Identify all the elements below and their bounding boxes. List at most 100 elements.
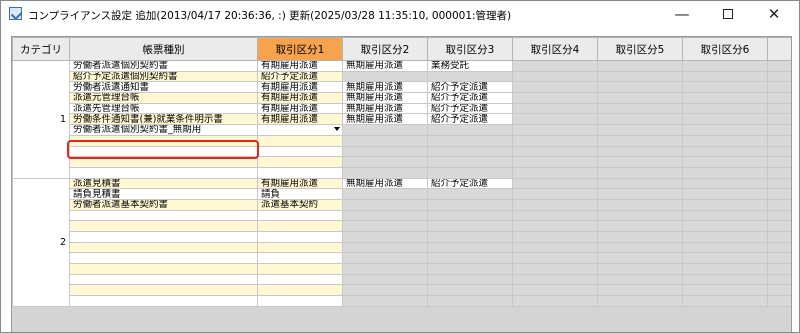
- form-type-cell[interactable]: 紹介予定派遣個別契約書: [69, 70, 258, 83]
- transaction-cell-2[interactable]: [342, 284, 428, 297]
- transaction-cell-6[interactable]: [682, 145, 768, 158]
- form-type-cell[interactable]: [69, 145, 258, 158]
- transaction-cell-2[interactable]: 無期雇用派遣: [342, 60, 428, 72]
- transaction-cell-4[interactable]: [512, 60, 598, 72]
- transaction-cell-5[interactable]: [597, 60, 683, 72]
- transaction-cell-1[interactable]: 派遣基本契約: [257, 198, 343, 211]
- transaction-cell-7[interactable]: [767, 231, 791, 243]
- transaction-cell-6[interactable]: [682, 70, 768, 83]
- transaction-cell-6[interactable]: [682, 273, 768, 286]
- transaction-cell-1[interactable]: 有期雇用派遣: [257, 113, 343, 126]
- transaction-cell-3[interactable]: [427, 166, 513, 179]
- transaction-cell-6[interactable]: [682, 209, 768, 222]
- table-row[interactable]: 派遣元管理台帳 有期雇用派遣 無期雇用派遣 紹介予定派遣: [13, 92, 791, 104]
- transaction-cell-5[interactable]: [597, 295, 683, 307]
- transaction-cell-2[interactable]: [342, 263, 428, 275]
- transaction-cell-3[interactable]: 紹介予定派遣: [427, 113, 513, 126]
- transaction-cell-1[interactable]: 紹介予定派遣: [257, 70, 343, 83]
- table-row[interactable]: [13, 220, 791, 232]
- transaction-cell-4[interactable]: [512, 241, 598, 254]
- transaction-cell-2[interactable]: [342, 252, 428, 265]
- transaction-cell-4[interactable]: [512, 209, 598, 222]
- transaction-cell-7[interactable]: [767, 60, 791, 72]
- header-transaction-type-2[interactable]: 取引区分2: [342, 37, 428, 61]
- table-row[interactable]: 派遣先管理台帳 有期雇用派遣 無期雇用派遣 紹介予定派遣: [13, 102, 791, 115]
- form-type-cell[interactable]: [69, 252, 258, 265]
- transaction-cell-4[interactable]: [512, 134, 598, 147]
- transaction-cell-1[interactable]: 有期雇用派遣: [257, 177, 343, 190]
- transaction-cell-6[interactable]: [682, 113, 768, 126]
- transaction-cell-7[interactable]: [767, 273, 791, 286]
- transaction-cell-1[interactable]: [257, 295, 343, 307]
- transaction-cell-3[interactable]: [427, 284, 513, 297]
- transaction-cell-1[interactable]: [257, 145, 343, 158]
- transaction-cell-6[interactable]: [682, 231, 768, 243]
- transaction-cell-1[interactable]: [257, 231, 343, 243]
- table-row[interactable]: 労働者派遣通知書 有期雇用派遣 無期雇用派遣 紹介予定派遣: [13, 81, 791, 94]
- transaction-cell-5[interactable]: [597, 81, 683, 94]
- transaction-cell-1[interactable]: 請負: [257, 188, 343, 200]
- transaction-cell-7[interactable]: [767, 113, 791, 126]
- table-row[interactable]: [13, 284, 791, 297]
- transaction-cell-6[interactable]: [682, 177, 768, 190]
- form-type-cell[interactable]: 労働者派遣通知書: [69, 81, 258, 94]
- table-row[interactable]: [13, 241, 791, 254]
- transaction-cell-2[interactable]: [342, 156, 428, 168]
- category-cell[interactable]: 2: [12, 177, 70, 307]
- transaction-cell-4[interactable]: [512, 273, 598, 286]
- form-type-cell[interactable]: [69, 231, 258, 243]
- transaction-cell-6[interactable]: [682, 252, 768, 265]
- transaction-cell-2[interactable]: [342, 231, 428, 243]
- header-transaction-type-7[interactable]: 取: [767, 37, 791, 61]
- form-type-cell[interactable]: 労働条件通知書(兼)就業条件明示書: [69, 113, 258, 126]
- table-row[interactable]: [13, 273, 791, 286]
- transaction-cell-7[interactable]: [767, 220, 791, 232]
- transaction-cell-5[interactable]: [597, 209, 683, 222]
- transaction-cell-3[interactable]: [427, 145, 513, 158]
- transaction-cell-4[interactable]: [512, 263, 598, 275]
- category-cell[interactable]: 1: [12, 60, 70, 179]
- transaction-cell-1[interactable]: [257, 263, 343, 275]
- transaction-cell-2[interactable]: [342, 124, 428, 136]
- form-type-cell[interactable]: 労働者派遣個別契約書_無期用: [69, 124, 258, 136]
- transaction-cell-4[interactable]: [512, 102, 598, 115]
- transaction-cell-6[interactable]: [682, 81, 768, 94]
- table-row[interactable]: [13, 134, 791, 147]
- transaction-cell-3[interactable]: [427, 241, 513, 254]
- transaction-cell-7[interactable]: [767, 124, 791, 136]
- maximize-button[interactable]: [705, 1, 751, 27]
- header-transaction-type-4[interactable]: 取引区分4: [512, 37, 598, 61]
- transaction-cell-2[interactable]: 無期雇用派遣: [342, 113, 428, 126]
- form-type-cell[interactable]: 労働者派遣個別契約書: [69, 60, 258, 72]
- transaction-cell-4[interactable]: [512, 177, 598, 190]
- transaction-cell-1[interactable]: [257, 241, 343, 254]
- transaction-cell-2[interactable]: [342, 198, 428, 211]
- transaction-cell-7[interactable]: [767, 241, 791, 254]
- dropdown-arrow-icon[interactable]: [334, 127, 340, 132]
- transaction-cell-1[interactable]: 有期雇用派遣: [257, 60, 343, 72]
- transaction-cell-2[interactable]: 無期雇用派遣: [342, 92, 428, 104]
- transaction-cell-7[interactable]: [767, 70, 791, 83]
- header-transaction-type-1[interactable]: 取引区分1: [257, 37, 343, 61]
- transaction-cell-5[interactable]: [597, 188, 683, 200]
- form-type-cell[interactable]: [69, 209, 258, 222]
- table-row[interactable]: 紹介予定派遣個別契約書 紹介予定派遣: [13, 70, 791, 83]
- transaction-cell-2[interactable]: [342, 241, 428, 254]
- table-row[interactable]: 労働者派遣基本契約書 派遣基本契約: [13, 198, 791, 211]
- transaction-cell-2[interactable]: 無期雇用派遣: [342, 177, 428, 190]
- transaction-cell-7[interactable]: [767, 209, 791, 222]
- transaction-cell-4[interactable]: [512, 113, 598, 126]
- form-type-cell[interactable]: 派遣先管理台帳: [69, 102, 258, 115]
- transaction-cell-5[interactable]: [597, 70, 683, 83]
- transaction-cell-5[interactable]: [597, 220, 683, 232]
- transaction-cell-4[interactable]: [512, 145, 598, 158]
- table-row[interactable]: [13, 231, 791, 243]
- transaction-cell-5[interactable]: [597, 134, 683, 147]
- form-type-cell[interactable]: [69, 295, 258, 307]
- table-row[interactable]: [13, 263, 791, 275]
- form-type-cell[interactable]: 派遣見積書: [69, 177, 258, 190]
- transaction-cell-4[interactable]: [512, 70, 598, 83]
- transaction-cell-7[interactable]: [767, 177, 791, 190]
- form-type-cell[interactable]: [69, 134, 258, 147]
- form-type-cell[interactable]: [69, 241, 258, 254]
